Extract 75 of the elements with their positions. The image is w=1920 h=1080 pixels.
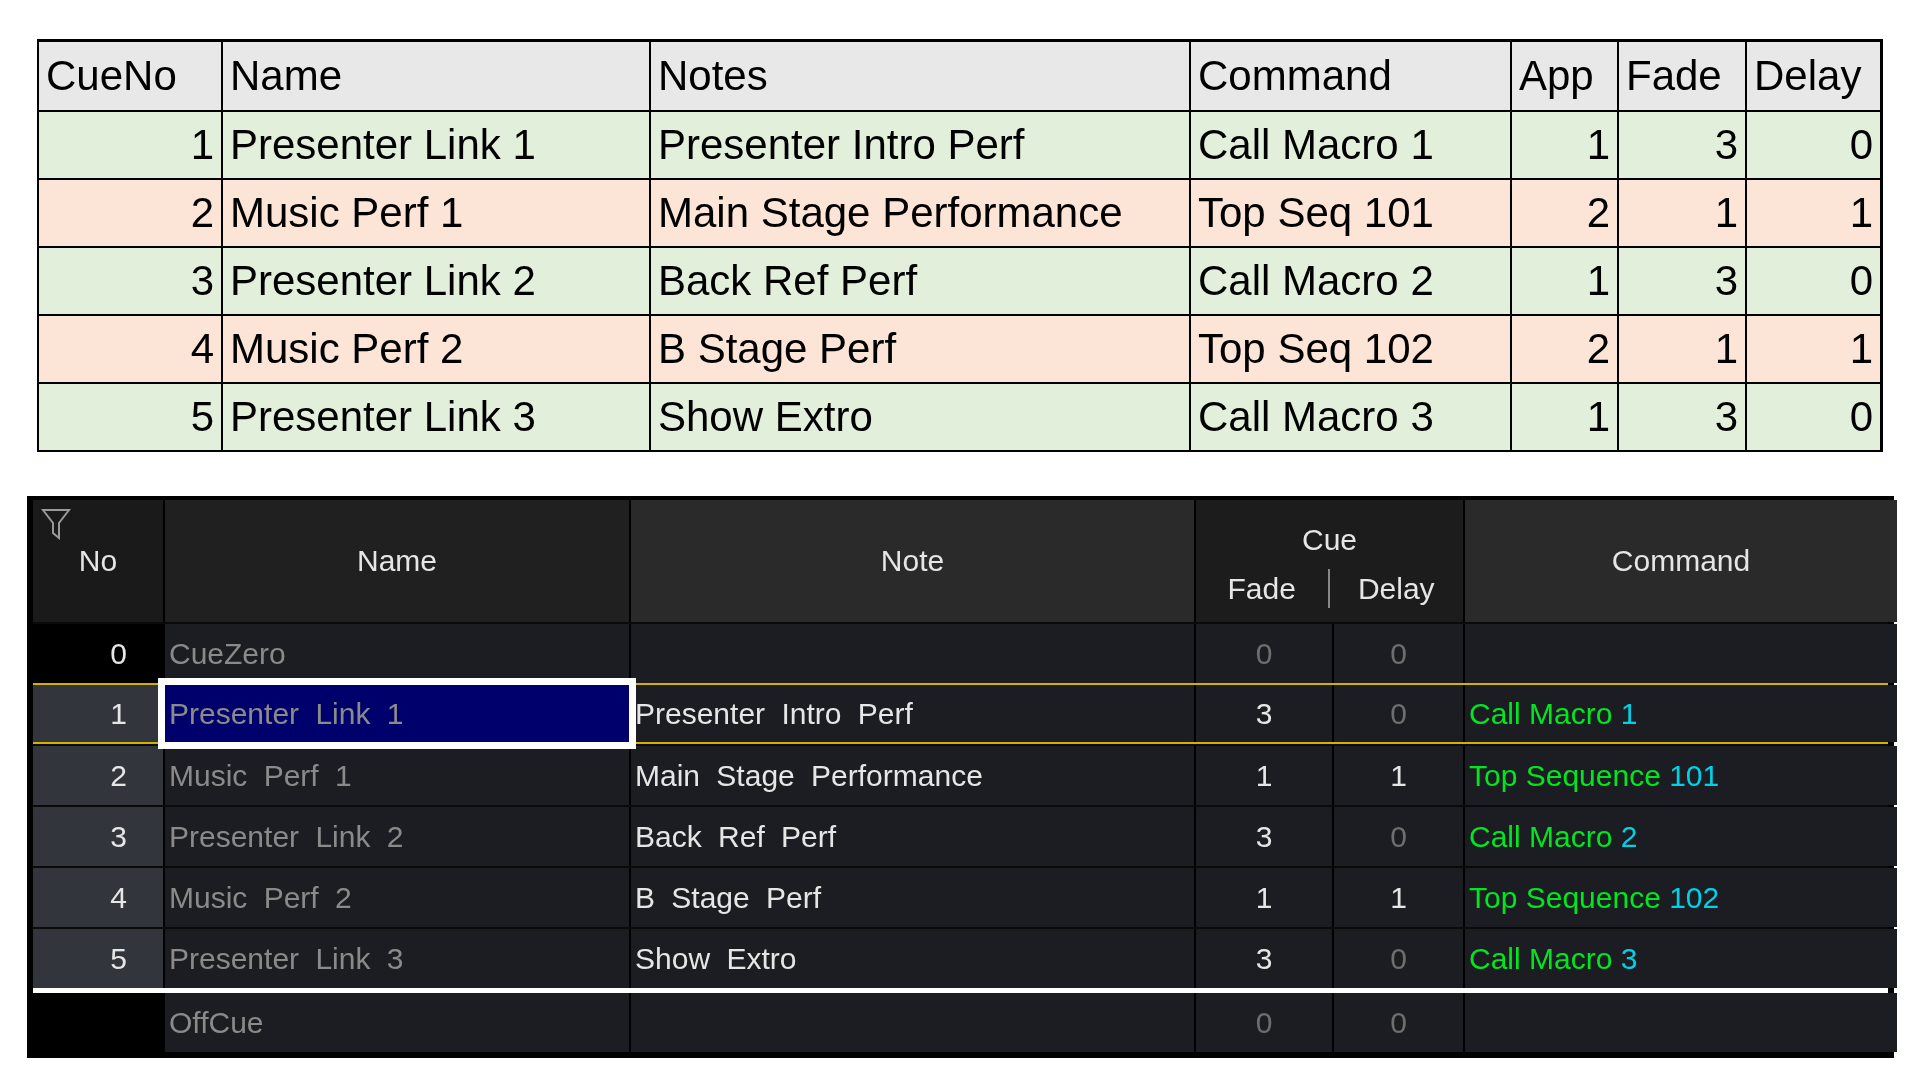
table-cell: 2 — [1586, 325, 1610, 373]
delay-cell[interactable]: 1 — [1334, 868, 1463, 927]
fade-cell[interactable]: 3 — [1196, 807, 1332, 866]
table-cell: 1 — [1586, 121, 1610, 169]
column-header[interactable]: Delay — [1357, 571, 1435, 606]
command-cell[interactable]: Call Macro 1 — [1465, 685, 1897, 742]
table-cell: 5 — [190, 393, 214, 441]
table-cell: 1 — [1849, 325, 1873, 373]
column-header[interactable]: Fade — [1227, 571, 1296, 606]
fade-cell[interactable]: 1 — [1196, 868, 1332, 927]
table-cell: Presenter Link 3 — [230, 393, 536, 441]
fade-cell[interactable]: 3 — [1196, 929, 1332, 988]
table-cell: Show Extro — [658, 393, 873, 441]
column-header[interactable]: Command — [1465, 500, 1897, 622]
delay-cell[interactable]: 1 — [1334, 746, 1463, 805]
note-cell[interactable]: Main Stage Performance — [631, 746, 1194, 805]
table-cell: 0 — [1849, 121, 1873, 169]
table-cell: Call Macro 1 — [1198, 121, 1434, 169]
command-cell[interactable]: Top Sequence 101 — [1465, 746, 1897, 805]
column-header: Name — [230, 52, 343, 100]
fade-cell[interactable]: 3 — [1196, 685, 1332, 742]
cue-number[interactable]: 3 — [33, 807, 163, 866]
filter-icon[interactable] — [41, 508, 71, 540]
table-cell: 1 — [190, 121, 214, 169]
column-header[interactable]: No — [33, 500, 163, 622]
table-cell: Music Perf 1 — [230, 189, 464, 237]
table-cell: 0 — [1849, 393, 1873, 441]
table-cell: 3 — [190, 257, 214, 305]
note-cell[interactable]: Show Extro — [631, 929, 1194, 988]
table-cell: 3 — [1714, 393, 1738, 441]
table-cell: Top Seq 101 — [1198, 189, 1434, 237]
note-cell[interactable]: B Stage Perf — [631, 868, 1194, 927]
column-header: Notes — [658, 52, 768, 100]
column-header: Delay — [1754, 52, 1862, 100]
cue-number[interactable]: 4 — [33, 868, 163, 927]
table-cell: Presenter Link 1 — [230, 121, 536, 169]
fade-cell[interactable]: 1 — [1196, 746, 1332, 805]
column-header[interactable]: Cue — [1301, 523, 1357, 557]
table-cell: B Stage Perf — [658, 325, 897, 373]
name-cell[interactable]: Presenter Link 2 — [165, 807, 629, 866]
column-header: Fade — [1626, 52, 1722, 100]
table-cell: Back Ref Perf — [658, 257, 918, 305]
table-cell: 1 — [1586, 393, 1610, 441]
table-cell: 2 — [190, 189, 214, 237]
table-cell: 0 — [1849, 257, 1873, 305]
table-cell: 4 — [190, 325, 214, 373]
column-header: CueNo — [46, 52, 177, 100]
command-cell[interactable]: Call Macro 3 — [1465, 929, 1897, 988]
table-cell: Call Macro 2 — [1198, 257, 1434, 305]
command-cell[interactable]: Top Sequence 102 — [1465, 868, 1897, 927]
name-cell[interactable]: Presenter Link 3 — [165, 929, 629, 988]
note-cell[interactable]: Back Ref Perf — [631, 807, 1194, 866]
table-cell: 3 — [1714, 257, 1738, 305]
table-cell: Call Macro 3 — [1198, 393, 1434, 441]
column-header[interactable]: Note — [631, 500, 1194, 622]
table-cell: 1 — [1849, 189, 1873, 237]
table-cell: 3 — [1714, 121, 1738, 169]
column-header: App — [1519, 52, 1594, 100]
cue-number[interactable]: 5 — [33, 929, 163, 988]
table-cell: Presenter Link 2 — [230, 257, 536, 305]
table-cell: Presenter Intro Perf — [658, 121, 1025, 169]
table-cell: Main Stage Performance — [658, 189, 1123, 237]
column-header: Command — [1198, 52, 1392, 100]
table-cell: 1 — [1586, 257, 1610, 305]
table-cell: 2 — [1586, 189, 1610, 237]
table-cell: 1 — [1714, 189, 1738, 237]
table-cell: 1 — [1714, 325, 1738, 373]
column-header[interactable]: Name — [165, 500, 629, 622]
table-cell: Top Seq 102 — [1198, 325, 1434, 373]
cue-number[interactable]: 2 — [33, 746, 163, 805]
table-cell: Music Perf 2 — [230, 325, 464, 373]
name-cell[interactable]: Music Perf 1 — [165, 746, 629, 805]
name-cell[interactable]: OffCue — [165, 993, 629, 1052]
name-cell[interactable]: Music Perf 2 — [165, 868, 629, 927]
command-cell[interactable]: Call Macro 2 — [1465, 807, 1897, 866]
